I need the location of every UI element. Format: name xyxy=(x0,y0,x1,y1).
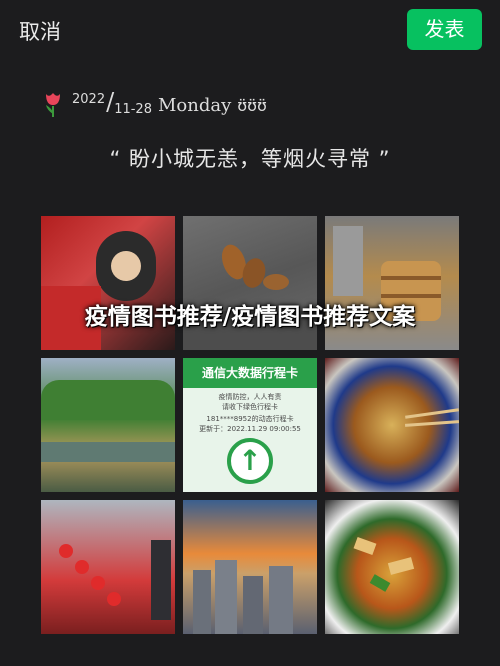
photo-sunset[interactable] xyxy=(183,500,317,634)
date-header: 2022 / 11-28 Monday ʊ̈ʊ̈ʊ̈ xyxy=(42,88,267,120)
card-title: 通信大数据行程卡 xyxy=(183,358,317,388)
photo-noodles[interactable] xyxy=(325,358,459,492)
top-bar: 取消 发表 xyxy=(0,0,500,60)
cancel-button[interactable]: 取消 xyxy=(19,16,61,46)
arrow-up-icon xyxy=(227,438,273,484)
date-slash: / xyxy=(106,88,115,116)
date-month-day: 11-28 xyxy=(114,102,152,117)
post-quote: “ 盼小城无恙，等烟火寻常 ” xyxy=(109,147,391,171)
date-year: 2022 xyxy=(72,92,106,107)
photo-candied-haws[interactable] xyxy=(41,500,175,634)
card-line-2: 请收下绿色行程卡 xyxy=(222,403,278,411)
emoticon-text: ʊ̈ʊ̈ʊ̈ xyxy=(237,96,267,115)
card-line-4: 更新于：2022.11.29 09:00:55 xyxy=(199,425,301,433)
photo-park[interactable] xyxy=(41,358,175,492)
card-line-1: 疫情防控，人人有责 xyxy=(218,393,282,401)
publish-button[interactable]: 发表 xyxy=(407,9,482,50)
card-line-3: 181****8952的动态行程卡 xyxy=(206,415,294,423)
tulip-icon xyxy=(42,90,64,118)
photo-grid: 通信大数据行程卡 疫情防控，人人有责 请收下绿色行程卡 181****8952的… xyxy=(41,216,459,634)
date-weekday: Monday xyxy=(157,95,232,116)
overlay-title: 疫情图书推荐/疫情图书推荐文案 xyxy=(84,304,416,330)
photo-travel-card[interactable]: 通信大数据行程卡 疫情防控，人人有责 请收下绿色行程卡 181****8952的… xyxy=(183,358,317,492)
photo-stir-fry[interactable] xyxy=(325,500,459,634)
